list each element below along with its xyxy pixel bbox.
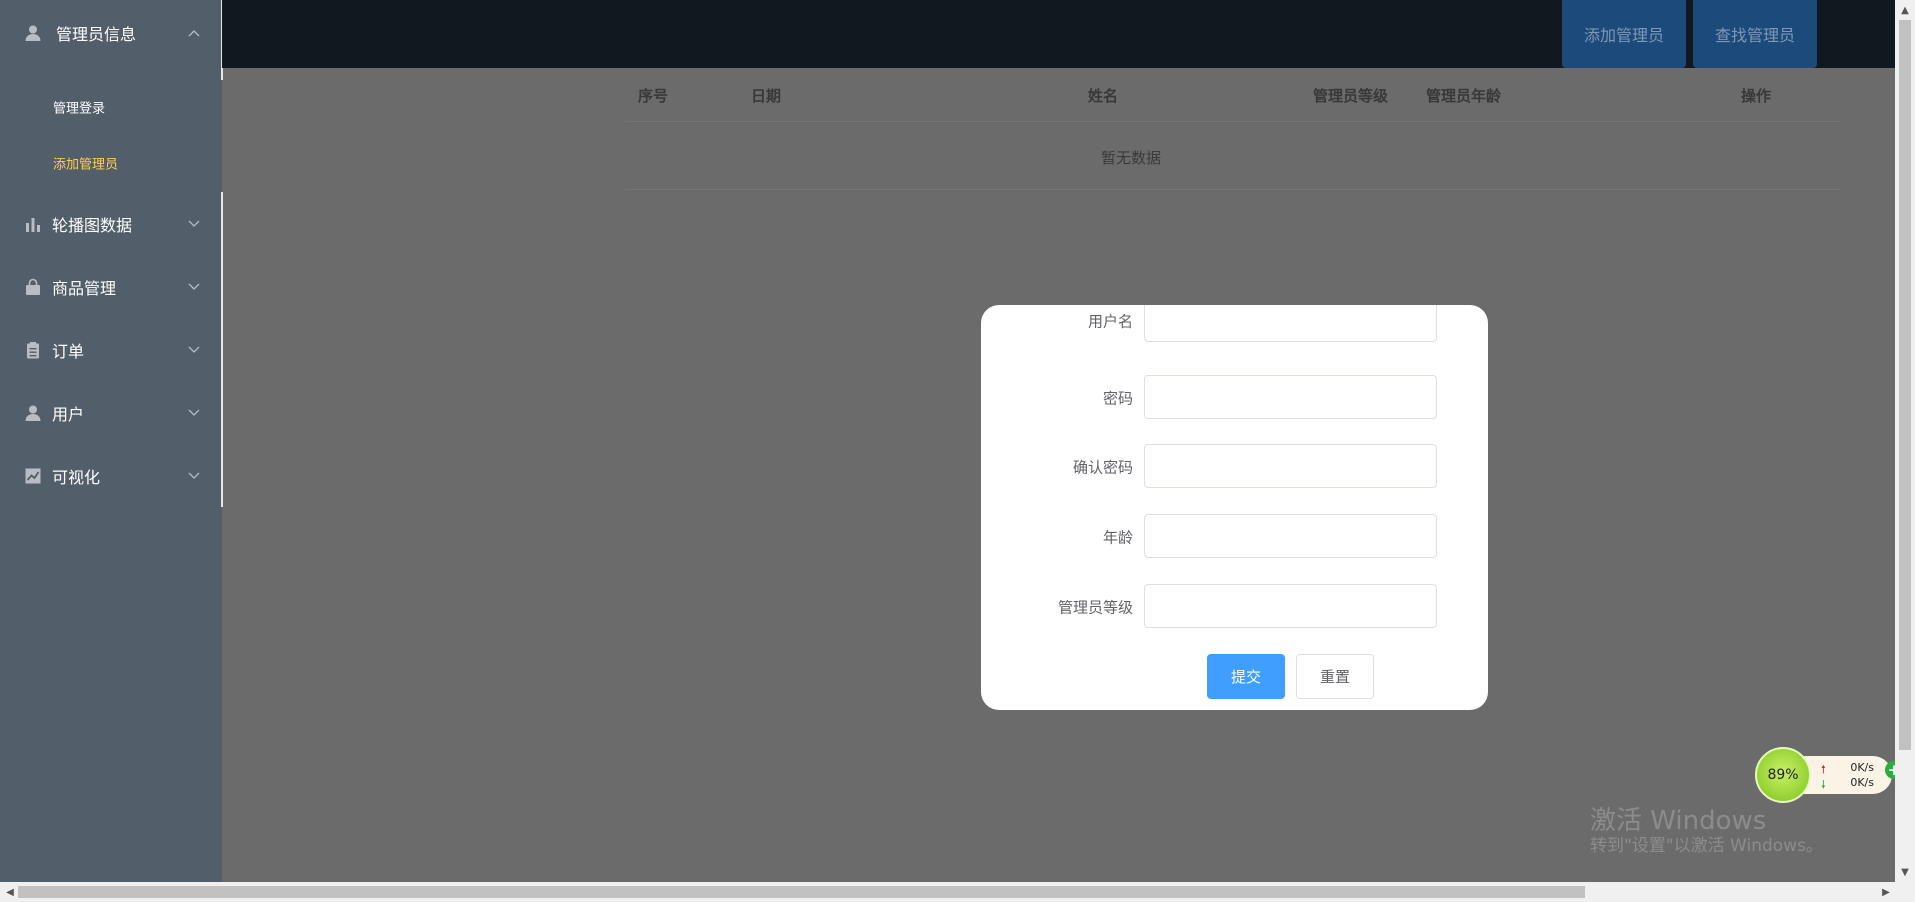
- column-header-actions: 操作: [1741, 87, 1772, 105]
- column-header-level: 管理员等级: [1313, 87, 1389, 105]
- top-bar: 添加管理员 查找管理员: [222, 0, 1895, 68]
- form-row-password: 密码: [981, 375, 1488, 421]
- menu-label: 可视化: [52, 468, 101, 487]
- submenu-add-admin[interactable]: 添加管理员: [0, 143, 222, 183]
- chevron-down-icon: [188, 472, 200, 479]
- scroll-down-icon[interactable]: ▼: [1895, 862, 1915, 882]
- table-divider: [625, 189, 1840, 190]
- menu-label: 轮播图数据: [52, 216, 133, 235]
- sidebar-border: [221, 192, 223, 507]
- add-admin-dialog: 用户名 密码 确认密码 年龄 管理员等级 提交 重置: [981, 305, 1488, 710]
- menu-orders[interactable]: 订单: [0, 326, 222, 374]
- reset-button[interactable]: 重置: [1296, 654, 1374, 699]
- chevron-down-icon: [188, 409, 200, 416]
- download-arrow-icon: 🠗: [1821, 778, 1826, 791]
- chevron-up-icon: [188, 30, 200, 37]
- memory-percent-badge[interactable]: 89%: [1755, 747, 1811, 803]
- menu-users[interactable]: 用户: [0, 389, 222, 437]
- user-icon: [25, 25, 41, 41]
- clipboard-icon: [27, 342, 39, 359]
- chevron-down-icon: [188, 283, 200, 290]
- chevron-down-icon: [188, 220, 200, 227]
- column-header-name: 姓名: [1088, 87, 1119, 105]
- age-label: 年龄: [1102, 528, 1133, 547]
- horizontal-scrollbar[interactable]: ◀ ▶: [0, 882, 1915, 902]
- form-row-confirm-password: 确认密码: [981, 444, 1488, 490]
- line-chart-icon: [25, 468, 41, 484]
- username-input[interactable]: [1144, 305, 1437, 342]
- sidebar: 管理员信息 管理登录 添加管理员 轮播图数据 商品管理 订单 用户 可视化: [0, 0, 222, 882]
- column-header-index: 序号: [638, 87, 669, 105]
- menu-carousel-data[interactable]: 轮播图数据: [0, 200, 222, 248]
- speed-panel: 🠕 0K/s 🠗 0K/s: [1797, 756, 1892, 794]
- submenu-label: 管理登录: [53, 101, 106, 117]
- age-input[interactable]: [1144, 514, 1437, 558]
- form-row-username: 用户名: [981, 305, 1488, 344]
- admin-level-label: 管理员等级: [1057, 598, 1133, 617]
- username-label: 用户名: [1087, 312, 1133, 331]
- scroll-left-icon[interactable]: ◀: [0, 882, 20, 902]
- shopping-bag-icon: [26, 278, 40, 295]
- bar-chart-icon: [26, 218, 40, 232]
- upload-speed: 0K/s: [1850, 761, 1874, 774]
- menu-label: 管理员信息: [56, 25, 137, 44]
- form-row-age: 年龄: [981, 514, 1488, 560]
- horizontal-scroll-thumb[interactable]: [18, 886, 1585, 898]
- empty-text: 暂无数据: [1101, 149, 1162, 167]
- download-speed: 0K/s: [1850, 776, 1874, 789]
- add-admin-button[interactable]: 添加管理员: [1562, 0, 1686, 68]
- password-label: 密码: [1102, 389, 1133, 408]
- password-input[interactable]: [1144, 375, 1437, 419]
- menu-label: 用户: [52, 405, 85, 424]
- column-header-age: 管理员年龄: [1426, 87, 1502, 105]
- table-divider: [625, 121, 1840, 122]
- user-icon: [25, 405, 41, 421]
- submenu-label: 添加管理员: [53, 157, 119, 173]
- vertical-scrollbar[interactable]: ▲ ▼: [1895, 0, 1915, 882]
- menu-label: 订单: [52, 342, 85, 361]
- admin-level-input[interactable]: [1144, 584, 1437, 628]
- scroll-up-icon[interactable]: ▲: [1895, 0, 1915, 20]
- scroll-right-icon[interactable]: ▶: [1876, 882, 1896, 902]
- submenu-admin-login[interactable]: 管理登录: [0, 87, 222, 127]
- confirm-password-input[interactable]: [1144, 444, 1437, 488]
- menu-label: 商品管理: [52, 279, 117, 298]
- menu-visualization[interactable]: 可视化: [0, 452, 222, 500]
- submit-button[interactable]: 提交: [1207, 654, 1285, 699]
- form-row-admin-level: 管理员等级: [981, 584, 1488, 630]
- vertical-scroll-thumb[interactable]: [1899, 20, 1911, 750]
- chevron-down-icon: [188, 346, 200, 353]
- menu-products[interactable]: 商品管理: [0, 263, 222, 311]
- column-header-date: 日期: [751, 87, 782, 105]
- activation-watermark-subtitle: 转到"设置"以激活 Windows。: [1590, 836, 1823, 856]
- find-admin-button[interactable]: 查找管理员: [1693, 0, 1817, 68]
- menu-admin-info[interactable]: 管理员信息: [0, 9, 222, 57]
- confirm-password-label: 确认密码: [1072, 458, 1133, 477]
- memory-percent: 89%: [1767, 767, 1799, 783]
